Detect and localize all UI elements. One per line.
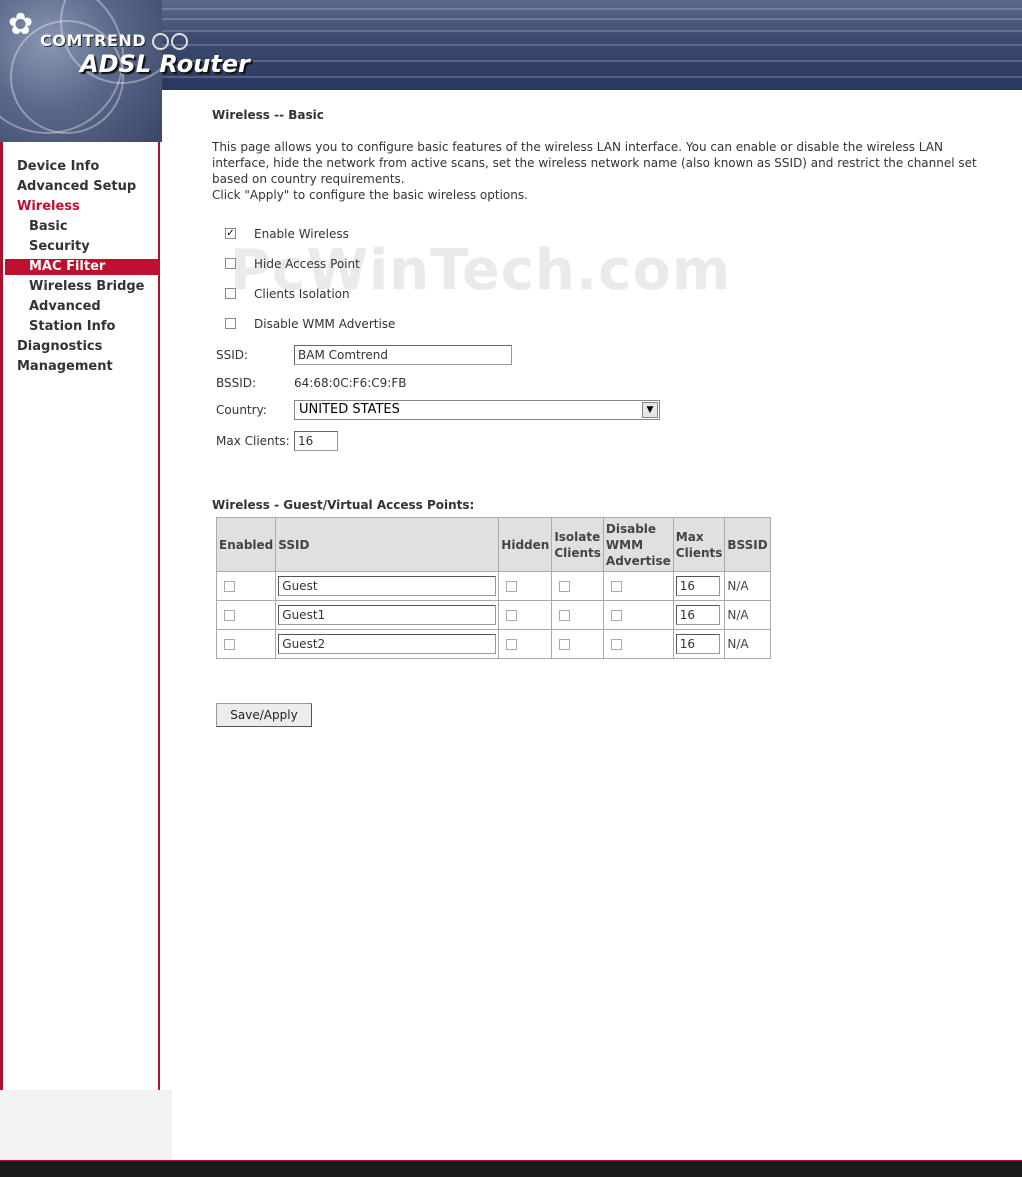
col-disable-wmm: Disable WMM Advertise: [603, 518, 673, 571]
sidebar-item-wireless[interactable]: Wireless: [17, 199, 80, 214]
save-apply-button[interactable]: Save/Apply: [216, 703, 312, 727]
col-isolate-clients: Isolate Clients: [552, 518, 603, 571]
row-enabled-checkbox[interactable]: [224, 610, 235, 621]
row-ssid-input[interactable]: Guest: [278, 576, 497, 596]
sidebar-item-advanced[interactable]: Advanced: [29, 299, 101, 314]
description-line-3: based on country requirements.: [212, 172, 405, 186]
row-isolate-checkbox[interactable]: [559, 581, 571, 592]
col-max-clients: Max Clients: [673, 518, 725, 571]
sidebar-item-mac-filter[interactable]: MAC Filter: [5, 259, 159, 275]
col-hidden: Hidden: [499, 518, 552, 571]
col-ssid: SSID: [276, 518, 499, 571]
description-line-1: This page allows you to configure basic …: [212, 140, 943, 154]
sidebar-item-advanced-setup[interactable]: Advanced Setup: [17, 179, 136, 194]
disable-wmm-advertise-checkbox[interactable]: [225, 318, 236, 329]
table-row: Guest2 16 N/A: [217, 630, 770, 658]
row-max-clients-input[interactable]: 16: [675, 634, 720, 654]
enable-wireless-checkbox[interactable]: ✓: [225, 228, 236, 239]
table-header-row: Enabled SSID Hidden Isolate Clients Disa…: [217, 518, 770, 571]
sidebar-item-management[interactable]: Management: [17, 359, 113, 374]
row-bssid: N/A: [725, 572, 770, 600]
enable-wireless-label: Enable Wireless: [254, 227, 349, 241]
chevron-down-icon[interactable]: ▼: [642, 402, 658, 418]
row-bssid: N/A: [725, 601, 770, 629]
brand-name: COMTREND: [40, 31, 147, 50]
row-isolate-checkbox[interactable]: [559, 610, 571, 621]
row-max-clients-input[interactable]: 16: [675, 576, 720, 596]
row-disable-wmm-checkbox[interactable]: [610, 610, 622, 621]
sidebar-item-basic[interactable]: Basic: [29, 219, 68, 234]
bssid-value: 64:68:0C:F6:C9:FB: [294, 376, 407, 390]
row-enabled-checkbox[interactable]: [224, 581, 235, 592]
row-isolate-checkbox[interactable]: [559, 639, 571, 650]
row-disable-wmm-checkbox[interactable]: [610, 581, 622, 592]
clients-isolation-label: Clients Isolation: [254, 287, 350, 301]
row-hidden-checkbox[interactable]: [506, 581, 518, 592]
product-name: ADSL Router: [80, 50, 250, 78]
sidebar-item-device-info[interactable]: Device Info: [17, 159, 99, 174]
clients-isolation-checkbox[interactable]: [225, 288, 236, 299]
row-bssid: N/A: [725, 630, 770, 658]
sidebar-item-station-info[interactable]: Station Info: [29, 319, 115, 334]
country-label: Country:: [216, 403, 267, 417]
sidebar-item-wireless-bridge[interactable]: Wireless Bridge: [29, 279, 145, 294]
sidebar-item-security[interactable]: Security: [29, 239, 90, 254]
row-hidden-checkbox[interactable]: [506, 610, 518, 621]
table-row: Guest1 16 N/A: [217, 601, 770, 629]
col-enabled: Enabled: [217, 518, 276, 571]
row-ssid-input[interactable]: Guest2: [278, 634, 497, 654]
page-title: Wireless -- Basic: [212, 108, 324, 122]
row-ssid-input[interactable]: Guest1: [278, 605, 497, 625]
sidebar-footer: [0, 1090, 172, 1160]
guest-section-title: Wireless - Guest/Virtual Access Points:: [212, 498, 475, 512]
footer-bar: [0, 1160, 1022, 1177]
hide-access-point-checkbox[interactable]: [225, 258, 236, 269]
row-enabled-checkbox[interactable]: [224, 639, 235, 650]
sidebar-item-diagnostics[interactable]: Diagnostics: [17, 339, 102, 354]
table-row: Guest 16 N/A: [217, 572, 770, 600]
description-line-2: interface, hide the network from active …: [212, 156, 977, 170]
country-select[interactable]: UNITED STATES ▼: [294, 400, 660, 420]
max-clients-input[interactable]: 16: [294, 431, 338, 451]
guest-ap-table: Enabled SSID Hidden Isolate Clients Disa…: [216, 517, 771, 659]
disable-wmm-advertise-label: Disable WMM Advertise: [254, 317, 396, 331]
description-line-4: Click "Apply" to configure the basic wir…: [212, 188, 528, 202]
hide-access-point-label: Hide Access Point: [254, 257, 360, 271]
flower-logo-icon: ✿: [8, 7, 34, 42]
col-bssid: BSSID: [725, 518, 770, 571]
row-hidden-checkbox[interactable]: [506, 639, 518, 650]
bssid-label: BSSID:: [216, 376, 257, 390]
row-max-clients-input[interactable]: 16: [675, 605, 720, 625]
ssid-label: SSID:: [216, 348, 249, 362]
max-clients-label: Max Clients:: [216, 434, 290, 448]
row-disable-wmm-checkbox[interactable]: [610, 639, 622, 650]
country-select-value: UNITED STATES: [299, 402, 400, 417]
ssid-input[interactable]: BAM Comtrend: [294, 345, 512, 365]
